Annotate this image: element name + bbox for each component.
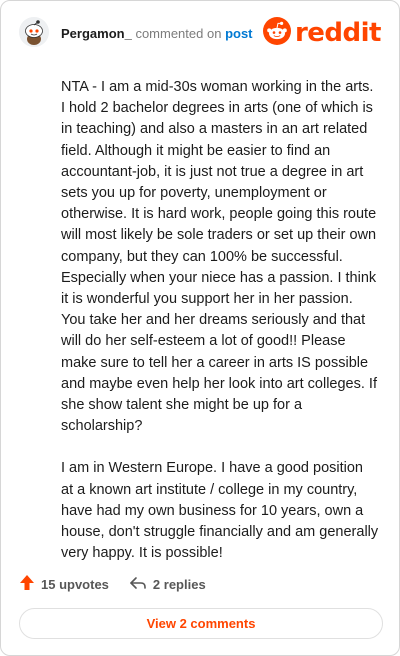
upvote-button[interactable]: 15 upvotes <box>19 574 109 594</box>
snoo-avatar-icon[interactable] <box>19 17 49 47</box>
upvote-count: 15 upvotes <box>41 576 109 592</box>
commented-on-text: commented on <box>135 26 222 41</box>
reply-arrow-icon <box>129 576 147 593</box>
comment-body: NTA - I am a mid-30s woman working in th… <box>61 77 379 564</box>
username[interactable]: Pergamon_ <box>61 26 132 41</box>
post-link[interactable]: post <box>225 26 252 41</box>
comment-actions: 15 upvotes 2 replies <box>19 573 206 595</box>
comment-meta: Pergamon_ commented on post <box>61 26 253 41</box>
reddit-logo: reddit <box>262 16 382 50</box>
comment-header: Pergamon_ commented on post reddit <box>19 15 385 51</box>
upvote-arrow-icon <box>19 574 35 594</box>
replies-button[interactable]: 2 replies <box>129 576 206 593</box>
view-comments-button[interactable]: View 2 comments <box>19 608 383 639</box>
comment-card: Pergamon_ commented on post reddit NTA -… <box>0 0 400 656</box>
reddit-wordmark: reddit <box>294 18 382 48</box>
comment-paragraph: NTA - I am a mid-30s woman working in th… <box>61 79 377 435</box>
reddit-alien-icon <box>262 16 291 50</box>
replies-count: 2 replies <box>152 576 206 592</box>
comment-paragraph: I am in Western Europe. I have a good po… <box>61 460 379 562</box>
